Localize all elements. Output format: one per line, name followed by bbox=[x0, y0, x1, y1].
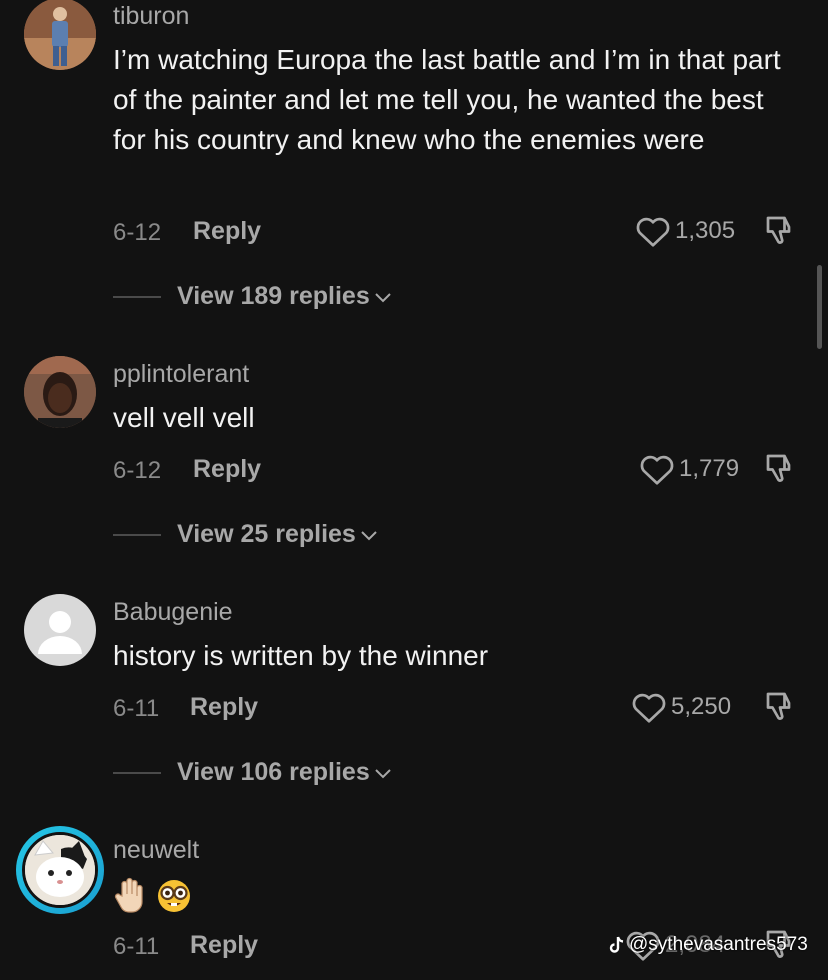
dislike-button[interactable] bbox=[762, 450, 798, 491]
comment-date: 6-12 bbox=[113, 457, 162, 484]
comment-date: 6-11 bbox=[113, 695, 160, 722]
heart-icon bbox=[640, 455, 674, 485]
comment-username[interactable]: Babugenie bbox=[113, 598, 233, 627]
thumbs-down-icon bbox=[766, 216, 791, 244]
replies-divider bbox=[113, 296, 161, 298]
nerd-face-emoji-icon bbox=[158, 880, 190, 912]
cat-photo-icon bbox=[25, 835, 95, 905]
dislike-button[interactable] bbox=[762, 688, 798, 729]
like-count: 1,779 bbox=[679, 455, 740, 482]
view-replies-label: View 25 replies bbox=[177, 520, 356, 548]
reply-button[interactable]: Reply bbox=[190, 931, 258, 960]
avatar[interactable] bbox=[24, 0, 96, 70]
heart-icon bbox=[632, 693, 666, 723]
raised-hand-emoji-icon bbox=[114, 877, 143, 913]
view-replies-label: View 106 replies bbox=[177, 758, 370, 786]
like-button[interactable]: 5,250 bbox=[631, 690, 731, 724]
tiktok-watermark: @sythevasantres573 bbox=[608, 934, 808, 956]
thumbs-down-icon bbox=[766, 692, 791, 720]
reply-button[interactable]: Reply bbox=[193, 455, 261, 484]
view-replies-button[interactable]: View 106 replies bbox=[177, 758, 392, 787]
person-photo-icon bbox=[24, 0, 96, 70]
avatar[interactable] bbox=[24, 594, 96, 666]
like-button[interactable]: 1,305 bbox=[635, 214, 735, 248]
like-button[interactable]: 1,779 bbox=[639, 452, 739, 486]
dislike-button[interactable] bbox=[762, 212, 798, 253]
scrollbar-thumb[interactable] bbox=[817, 265, 822, 349]
view-replies-label: View 189 replies bbox=[177, 282, 370, 310]
default-avatar-icon bbox=[38, 611, 82, 654]
heart-icon bbox=[636, 217, 670, 247]
view-replies-button[interactable]: View 189 replies bbox=[177, 282, 392, 311]
chevron-down-icon bbox=[361, 530, 377, 540]
comment-username[interactable]: tiburon bbox=[113, 2, 189, 31]
watermark-handle: @sythevasantres573 bbox=[629, 934, 808, 955]
tiktok-logo-icon bbox=[609, 936, 624, 953]
comment-text: history is written by the winner bbox=[113, 640, 489, 671]
comment-date: 6-11 bbox=[113, 933, 160, 960]
like-count: 1,305 bbox=[675, 217, 736, 244]
view-replies-button[interactable]: View 25 replies bbox=[177, 520, 378, 549]
avatar[interactable] bbox=[22, 832, 98, 908]
comment-text: I’m watching Europa the last battle and … bbox=[113, 44, 781, 155]
chevron-down-icon bbox=[375, 768, 391, 778]
reply-button[interactable]: Reply bbox=[193, 217, 261, 246]
replies-divider bbox=[113, 534, 161, 536]
comment-date: 6-12 bbox=[113, 219, 162, 246]
reply-button[interactable]: Reply bbox=[190, 693, 258, 722]
comment-username[interactable]: neuwelt bbox=[113, 836, 199, 865]
thumbs-down-icon bbox=[766, 454, 791, 482]
chevron-down-icon bbox=[375, 292, 391, 302]
like-count: 5,250 bbox=[671, 693, 732, 720]
comment-username[interactable]: pplintolerant bbox=[113, 360, 249, 389]
person-photo-icon bbox=[24, 356, 96, 428]
comment-text: vell vell vell bbox=[113, 402, 255, 433]
avatar[interactable] bbox=[24, 356, 96, 428]
comment-emojis bbox=[113, 876, 193, 914]
replies-divider bbox=[113, 772, 161, 774]
